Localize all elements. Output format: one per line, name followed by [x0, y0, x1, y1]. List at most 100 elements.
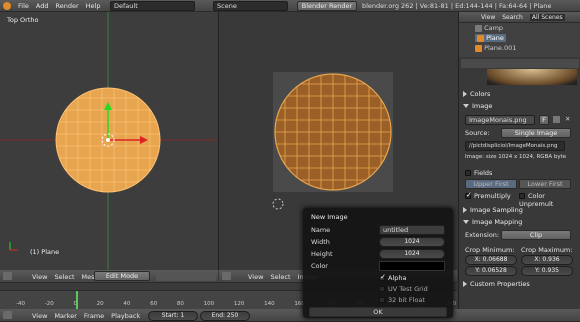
height-label: Height: [311, 250, 333, 258]
tl-menu-view[interactable]: View: [32, 312, 47, 320]
image-mapping-label: Image Mapping: [472, 218, 523, 226]
crop-max-label: Crop Maximum:: [521, 246, 573, 254]
menu-file[interactable]: File: [18, 2, 29, 10]
color-unpremult-checkbox[interactable]: Color Unpremult: [519, 192, 580, 208]
outliner[interactable]: View Search All Scenes Camp Plane Plane.00…: [458, 12, 580, 57]
custom-label: Custom Properties: [470, 280, 530, 288]
current-frame-marker[interactable]: [76, 291, 78, 309]
view-label: Top Ortho: [7, 16, 39, 24]
alpha-check: [379, 273, 386, 281]
editor-type-icon[interactable]: [3, 272, 12, 280]
source-select[interactable]: Single Image: [501, 128, 571, 138]
start-frame-field[interactable]: Start: 1: [148, 311, 198, 321]
image-panel-header[interactable]: Image: [463, 101, 492, 112]
mode-selector[interactable]: Edit Mode: [94, 271, 150, 281]
outliner-item-label: Plane.001: [484, 44, 517, 52]
alpha-label: Alpha: [388, 274, 407, 282]
outliner-item-camp[interactable]: Camp: [475, 24, 503, 32]
menu-view[interactable]: View: [32, 273, 47, 281]
tick: -20: [44, 301, 54, 307]
color-swatch[interactable]: [379, 261, 445, 271]
name-input[interactable]: untitled: [379, 225, 445, 235]
tl-menu-playback[interactable]: Playback: [111, 312, 140, 320]
image-label: Image: [472, 102, 493, 110]
properties-panel[interactable]: Colors Image ImageMonais.png F ✕ Source:…: [458, 57, 580, 309]
viewport-divider[interactable]: [218, 12, 219, 270]
scene-selector[interactable]: Scene: [213, 1, 288, 11]
custom-properties-header[interactable]: Custom Properties: [463, 279, 530, 290]
name-label: Name: [311, 226, 331, 234]
tick: 140: [264, 301, 275, 307]
mesh-icon: [477, 34, 484, 42]
timeline-editor-icon[interactable]: [3, 311, 12, 319]
fields-check: [465, 170, 471, 176]
crop-max-y[interactable]: Y: 0.935: [521, 266, 573, 276]
premultiply-checkbox[interactable]: Premultiply: [465, 191, 511, 200]
properties-tabs: [461, 59, 579, 68]
camera-icon: [475, 24, 482, 32]
image-f-button[interactable]: F: [539, 115, 549, 125]
image-browse-icon[interactable]: [553, 116, 560, 123]
tl-menu-frame[interactable]: Frame: [84, 312, 104, 320]
layout-selector[interactable]: Default: [110, 1, 195, 11]
main-menu: File Add Render Help: [18, 2, 107, 10]
uv-menu-view[interactable]: View: [248, 273, 263, 281]
float-checkbox[interactable]: 32 bit Float: [379, 296, 425, 304]
outliner-view[interactable]: View: [481, 14, 495, 21]
menu-help[interactable]: Help: [86, 2, 101, 10]
image-mapping-header[interactable]: Image Mapping: [463, 217, 522, 228]
unpremult-check: [519, 193, 525, 199]
end-frame-field[interactable]: End: 250: [200, 311, 250, 321]
menu-render[interactable]: Render: [55, 2, 78, 10]
tick: 80: [176, 301, 184, 307]
width-field[interactable]: 1024: [379, 237, 445, 247]
tick: -40: [16, 301, 25, 307]
extension-label: Extension:: [465, 231, 500, 239]
float-check: [379, 297, 385, 303]
outliner-all-scenes[interactable]: All Scenes: [529, 14, 565, 21]
image-sampling-header[interactable]: Image Sampling: [463, 205, 523, 216]
width-label: Width: [311, 238, 330, 246]
image-size-info: Image: size 1024 x 1024, RGBA byte: [465, 154, 567, 160]
fields-label: Fields: [474, 169, 493, 177]
ok-button[interactable]: OK: [309, 307, 447, 317]
new-image-dialog: New Image Name untitled Width 1024 Heigh…: [303, 208, 453, 318]
tick: 40: [123, 301, 131, 307]
blender-logo-icon[interactable]: [3, 2, 11, 10]
crop-max-x[interactable]: X: 0.936: [521, 255, 573, 265]
menu-select[interactable]: Select: [54, 273, 74, 281]
crop-min-y[interactable]: Y: 0.06528: [465, 266, 517, 276]
upper-first-button[interactable]: Upper First: [465, 179, 517, 189]
outliner-search[interactable]: Search: [502, 14, 523, 21]
extension-select[interactable]: Clip: [501, 230, 571, 240]
menu-add[interactable]: Add: [36, 2, 49, 10]
viewport-3d[interactable]: Top Ortho (1) Plane: [0, 12, 218, 270]
color-label: Color: [311, 262, 328, 270]
fields-checkbox[interactable]: Fields: [465, 169, 492, 177]
uv-editor-type-icon[interactable]: [222, 272, 231, 280]
uv-test-label: UV Test Grid: [388, 285, 428, 293]
premultiply-label: Premultiply: [474, 192, 511, 200]
premultiply-check: [465, 191, 472, 199]
height-field[interactable]: 1024: [379, 249, 445, 259]
uv-menu-select[interactable]: Select: [270, 273, 290, 281]
render-engine-select[interactable]: Blender Render: [297, 1, 357, 11]
crop-min-x[interactable]: X: 0.06688: [465, 255, 517, 265]
viewport-grid: [0, 12, 218, 270]
image-close-icon[interactable]: ✕: [565, 115, 570, 123]
outliner-item-plane[interactable]: Plane: [475, 34, 506, 42]
colors-panel-header[interactable]: Colors: [463, 89, 490, 100]
info-stats: blender.org 262 | Ve:81-81 | Ed:144-144 …: [362, 2, 552, 10]
uv-test-grid-checkbox[interactable]: UV Test Grid: [379, 285, 428, 293]
float-label: 32 bit Float: [388, 296, 425, 304]
shading-buttons[interactable]: [156, 272, 216, 281]
image-name-field[interactable]: ImageMonais.png: [465, 115, 535, 125]
tl-menu-marker[interactable]: Marker: [54, 312, 76, 320]
image-path-field[interactable]: //pictdisplicioi/ImageMonais.png: [465, 141, 565, 151]
source-label: Source:: [465, 129, 490, 137]
alpha-checkbox[interactable]: Alpha: [379, 273, 407, 282]
lower-first-button[interactable]: Lower First: [519, 179, 571, 189]
tick: 60: [150, 301, 158, 307]
dialog-title: New Image: [311, 213, 348, 221]
outliner-item-plane001[interactable]: Plane.001: [475, 44, 516, 52]
